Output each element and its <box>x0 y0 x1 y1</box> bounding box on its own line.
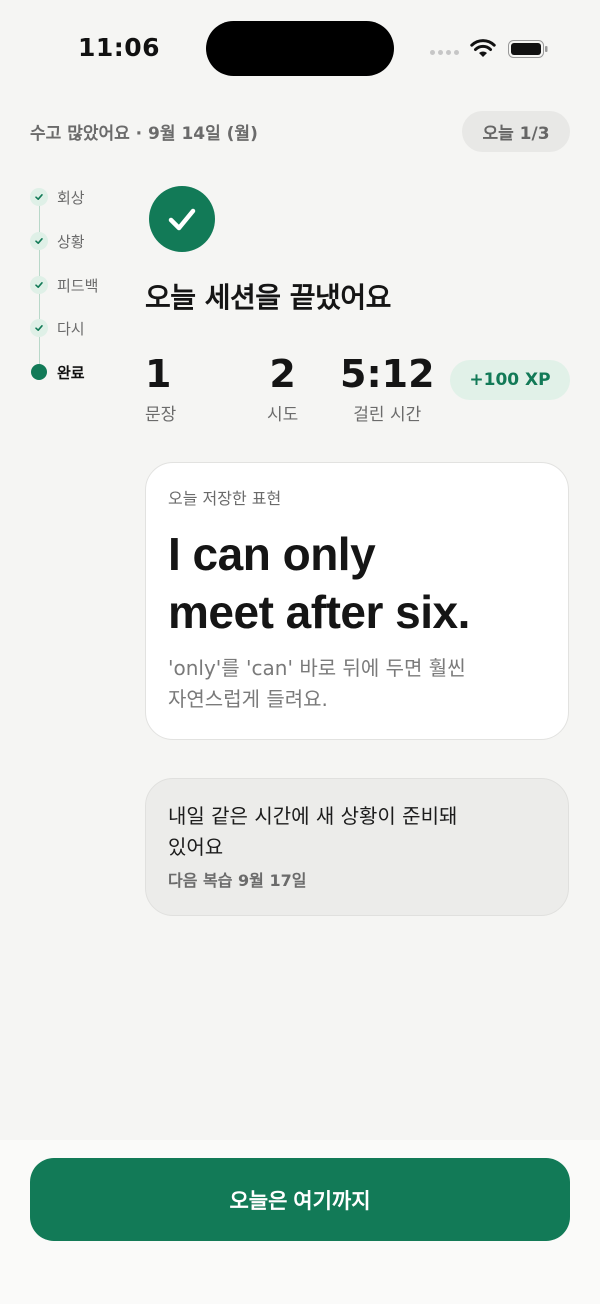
stat-label: 문장 <box>145 405 177 425</box>
stat-attempts: 2 시도 <box>267 352 298 425</box>
saved-phrase-note: 'only'를 'can' 바로 뒤에 두면 훨씬 자연스럽게 들려요. <box>168 653 546 715</box>
step-label: 피드백 <box>57 276 99 295</box>
status-bar: 11:06 <box>0 0 600 96</box>
stat-label: 시도 <box>267 405 299 425</box>
step-feedback: 피드백 <box>30 274 98 296</box>
step-recall: 회상 <box>30 186 85 208</box>
daily-progress-chip: 오늘 1/3 <box>462 111 570 152</box>
stat-value: 2 <box>269 352 296 396</box>
saved-phrase-line: I can only <box>168 528 376 580</box>
step-label: 회상 <box>57 188 85 207</box>
page-title: 오늘 세션을 끝냈어요 <box>145 281 391 314</box>
step-retry: 다시 <box>30 317 85 339</box>
check-icon <box>30 232 48 250</box>
saved-phrase: I can only meet after six. <box>168 525 546 641</box>
next-session-title: 내일 같은 시간에 새 상황이 준비돼 있어요 <box>168 801 546 863</box>
next-session-card: 내일 같은 시간에 새 상황이 준비돼 있어요 다음 복습 9월 17일 <box>145 778 569 916</box>
step-situation: 상황 <box>30 230 85 252</box>
battery-icon <box>508 40 548 58</box>
stat-value: 1 <box>145 352 172 396</box>
stat-duration: 5:12 걸린 시간 <box>340 352 435 425</box>
xp-badge: +100 XP <box>450 360 570 400</box>
active-step-dot <box>31 364 47 380</box>
dynamic-island <box>206 21 394 76</box>
check-icon <box>30 276 48 294</box>
step-label: 다시 <box>57 319 85 338</box>
header-subtitle: 수고 많았어요 · 9월 14일 (월) <box>30 124 258 144</box>
next-title-line: 있어요 <box>168 835 224 859</box>
saved-phrase-line: meet after six. <box>168 586 470 638</box>
step-label: 완료 <box>57 363 85 382</box>
next-review-date: 다음 복습 9월 17일 <box>168 871 307 890</box>
step-label: 상황 <box>57 232 85 251</box>
check-icon <box>30 188 48 206</box>
note-line: 자연스럽게 들려요. <box>168 687 328 711</box>
wifi-icon <box>470 39 496 57</box>
check-icon <box>168 208 196 231</box>
check-icon <box>30 319 48 337</box>
session-complete-badge <box>149 186 215 252</box>
finish-button[interactable]: 오늘은 여기까지 <box>30 1158 570 1241</box>
stat-label: 걸린 시간 <box>353 405 422 425</box>
stat-sentences: 1 문장 <box>145 352 176 425</box>
signal-icon <box>430 50 459 55</box>
next-title-line: 내일 같은 시간에 새 상황이 준비돼 <box>168 804 458 828</box>
note-line: 'only'를 'can' 바로 뒤에 두면 훨씬 <box>168 656 466 680</box>
step-complete: 완료 <box>30 361 85 383</box>
saved-phrase-card[interactable]: 오늘 저장한 표현 I can only meet after six. 'on… <box>145 462 569 740</box>
status-time: 11:06 <box>78 33 161 62</box>
stat-value: 5:12 <box>340 352 435 396</box>
saved-phrase-kicker: 오늘 저장한 표현 <box>168 489 282 508</box>
